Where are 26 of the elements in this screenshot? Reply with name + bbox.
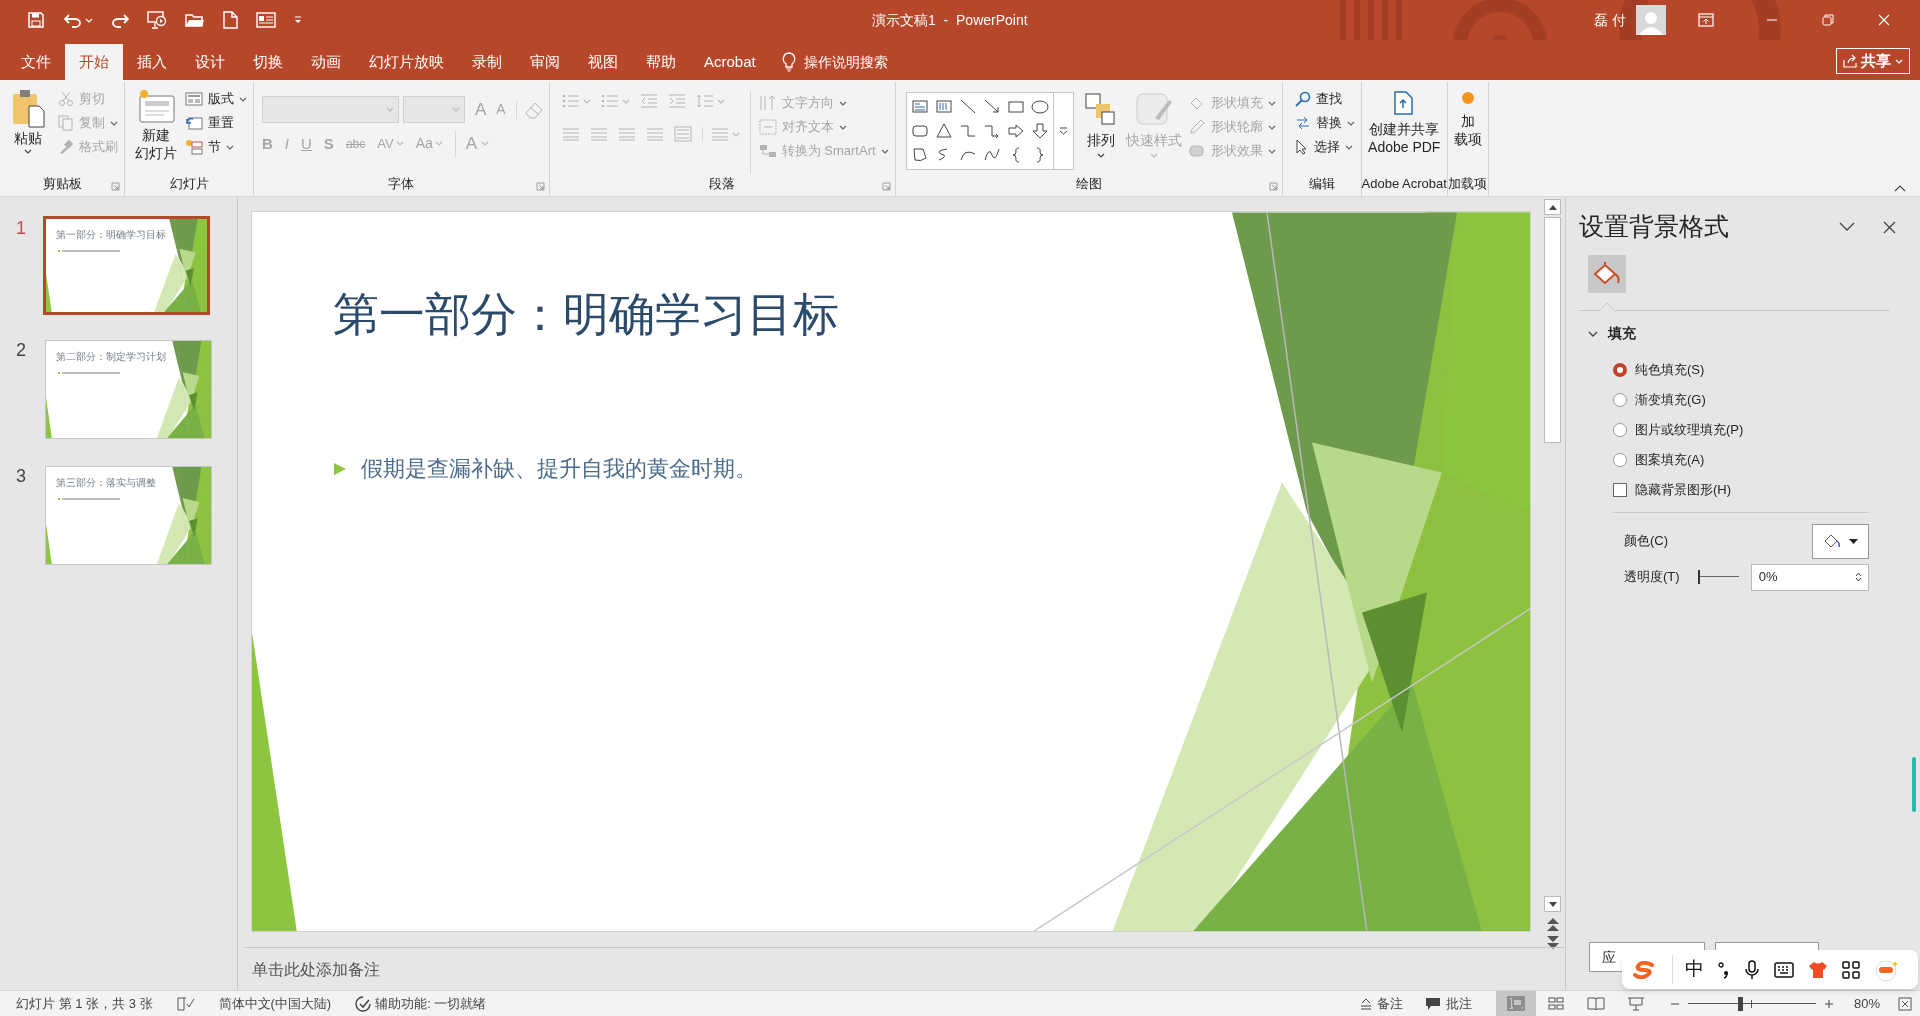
slide-count: 幻灯片 第 1 张，共 3 张 (16, 994, 153, 1013)
radio-label: 图片或纹理填充(P) (1635, 421, 1744, 440)
thumbnail-title: 第二部分：制定学习计划 (56, 350, 166, 364)
group-label: 幻灯片 (169, 175, 209, 193)
group-label: 字体 (388, 175, 415, 193)
group-label: 加载项 (1448, 175, 1488, 193)
radio-label: 渐变填充(G) (1635, 391, 1706, 410)
color-label: 颜色(C) (1624, 532, 1670, 551)
group-label: Adobe Acrobat (1361, 175, 1447, 193)
radio-label: 纯色填充(S) (1635, 361, 1705, 380)
user-name: 磊 付 (1594, 10, 1626, 30)
checkbox-label: 隐藏背景图形(H) (1635, 481, 1732, 500)
slide-number: 2 (15, 340, 27, 360)
thumbnail-title: 第一部分：明确学习目标 (56, 228, 166, 242)
radio-label: 图案填充(A) (1635, 451, 1705, 470)
pane-title: 设置背景格式 (1579, 211, 1730, 243)
window-title: 演示文稿1 - PowerPoint (872, 11, 1028, 30)
group-label: 段落 (709, 175, 736, 193)
thumbnail-title: 第三部分：落实与调整 (56, 476, 156, 490)
group-label: 绘图 (1075, 175, 1102, 193)
tell-me-placeholder: 操作说明搜索 (803, 52, 888, 72)
transparency-label: 透明度(T) (1624, 568, 1681, 587)
group-label: 剪贴板 (42, 175, 82, 193)
group-label: 编辑 (1308, 175, 1335, 193)
slide-number: 3 (15, 466, 27, 486)
slide-number: 1 (15, 218, 27, 238)
